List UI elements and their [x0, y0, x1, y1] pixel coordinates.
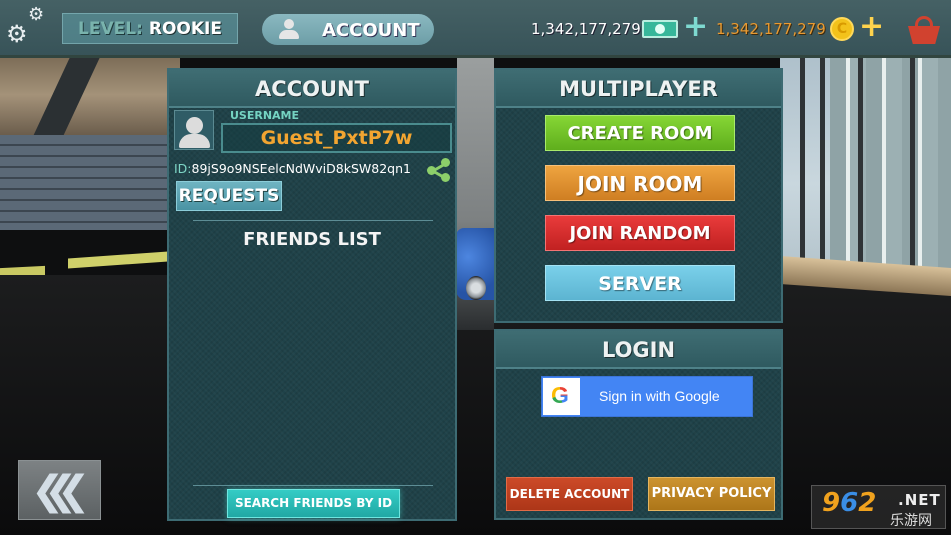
create-room-button[interactable]: CREATE ROOM — [545, 115, 735, 151]
google-logo-icon: G — [551, 382, 569, 408]
chevron-left-icon: ❮ — [57, 468, 91, 514]
shop-basket-icon[interactable] — [908, 16, 940, 44]
cash-amount: 1,342,177,279 — [531, 20, 641, 38]
friends-list-title: FRIENDS LIST — [243, 229, 381, 250]
coin-amount: 1,342,177,279 — [716, 20, 826, 38]
watermark-number: 962 — [822, 488, 877, 518]
car-wheel — [466, 276, 486, 300]
top-bar: ⚙ ⚙ LEVEL: ROOKIE ACCOUNT 1,342,177,279 … — [0, 0, 951, 58]
divider — [193, 220, 433, 221]
login-panel-title: LOGIN — [496, 331, 781, 369]
window-frame — [820, 55, 825, 280]
tunnel-wall — [0, 135, 180, 230]
window-frame — [858, 55, 863, 280]
settings-gear-icon[interactable]: ⚙ — [6, 22, 28, 46]
account-tab[interactable]: ACCOUNT — [262, 14, 434, 45]
login-panel: LOGIN G Sign in with Google DELETE ACCOU… — [494, 329, 783, 520]
account-panel-title: ACCOUNT — [169, 70, 455, 108]
watermark-logo: 962 .NET 乐游网 — [811, 485, 946, 529]
divider — [193, 485, 433, 486]
join-room-button[interactable]: JOIN ROOM — [545, 165, 735, 201]
username-field[interactable]: Guest_PxtP7w — [221, 123, 452, 153]
level-label: LEVEL: — [78, 18, 143, 39]
user-id: ID:89jS9o9NSEelcNdWviD8kSW82qn1 — [174, 161, 411, 176]
back-button[interactable]: ❮ ❮ ❮ — [18, 460, 101, 520]
add-cash-button[interactable]: + — [683, 12, 708, 42]
join-random-button[interactable]: JOIN RANDOM — [545, 215, 735, 251]
user-id-prefix: ID: — [174, 161, 192, 176]
share-icon[interactable] — [427, 158, 451, 182]
requests-button[interactable]: REQUESTS — [176, 181, 282, 211]
google-sign-in-label: Sign in with Google — [599, 388, 720, 404]
add-coins-button[interactable]: + — [859, 12, 884, 42]
account-tab-label: ACCOUNT — [322, 20, 420, 41]
settings-gear-small-icon[interactable]: ⚙ — [28, 6, 44, 24]
privacy-policy-button[interactable]: PRIVACY POLICY — [648, 477, 775, 511]
account-panel: ACCOUNT USERNAME Guest_PxtP7w ID:89jS9o9… — [167, 68, 457, 521]
level-value: ROOKIE — [148, 18, 222, 39]
window-frame — [910, 55, 915, 280]
curb — [68, 251, 168, 269]
watermark-net: .NET — [898, 491, 941, 509]
google-logo-box: G — [543, 378, 580, 415]
username-label: USERNAME — [230, 109, 300, 122]
cash-icon — [642, 20, 678, 38]
delete-account-button[interactable]: DELETE ACCOUNT — [506, 477, 633, 511]
user-id-value: 89jS9o9NSEelcNdWviD8kSW82qn1 — [191, 161, 411, 176]
user-icon — [278, 18, 300, 40]
multiplayer-panel: MULTIPLAYER CREATE ROOM JOIN ROOM JOIN R… — [494, 68, 783, 323]
window-frame — [800, 55, 805, 280]
building — [830, 55, 951, 275]
google-sign-in-button[interactable]: G Sign in with Google — [541, 376, 753, 417]
server-button[interactable]: SERVER — [545, 265, 735, 301]
level-indicator: LEVEL: ROOKIE — [62, 13, 238, 44]
watermark-chinese: 乐游网 — [890, 513, 932, 529]
coin-icon: C — [830, 17, 854, 41]
search-friends-button[interactable]: SEARCH FRIENDS BY ID — [227, 489, 400, 518]
multiplayer-panel-title: MULTIPLAYER — [496, 70, 781, 108]
avatar — [174, 110, 214, 150]
background-scene — [0, 0, 951, 535]
